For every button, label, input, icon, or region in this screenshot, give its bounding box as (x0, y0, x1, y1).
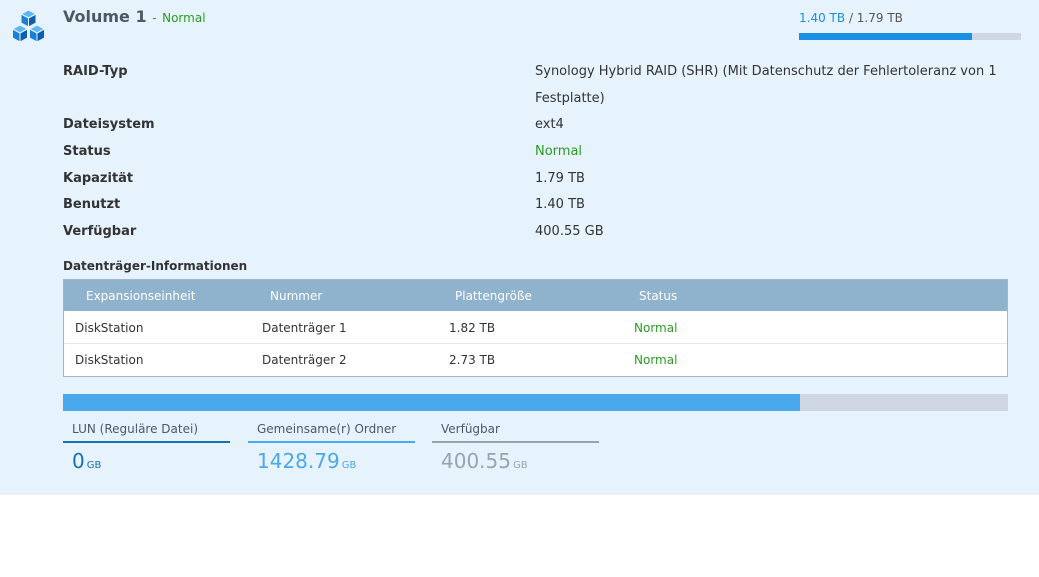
storage-breakdown-fill (63, 394, 801, 411)
volume-usage-bar (799, 33, 1021, 40)
used-label: Benutzt (63, 197, 121, 212)
shared-folder-stat: Gemeinsame(r) Ordner 1428.79 GB (248, 422, 415, 473)
column-header-disk-size[interactable]: Plattengröße (455, 289, 532, 303)
volume-panel: Volume 1 - Normal 1.40 TB / 1.79 TB RAID… (0, 0, 1039, 495)
available-value: 400.55 GB (535, 224, 604, 239)
cell-disk-size: 2.73 TB (449, 353, 496, 367)
volume-cubes-icon (12, 9, 45, 43)
volume-usage-text: 1.40 TB / 1.79 TB (799, 11, 903, 25)
cell-number: Datenträger 1 (262, 321, 347, 335)
free-value: 400.55 GB (432, 443, 599, 473)
volume-status: Normal (162, 11, 206, 25)
filesystem-value: ext4 (535, 117, 564, 132)
status-label: Status (63, 144, 111, 159)
disk-info-heading: Datenträger-Informationen (63, 259, 248, 273)
storage-breakdown-bar (63, 394, 1008, 411)
lun-stat: LUN (Reguläre Datei) 0 GB (63, 422, 230, 473)
volume-used: 1.40 TB (799, 11, 846, 25)
column-header-number[interactable]: Nummer (270, 289, 322, 303)
table-row[interactable]: DiskStation Datenträger 2 2.73 TB Normal (64, 343, 1007, 376)
table-row[interactable]: DiskStation Datenträger 1 1.82 TB Normal (64, 312, 1007, 344)
raid-type-value-line1: Synology Hybrid RAID (SHR) (Mit Datensch… (535, 64, 997, 79)
status-value: Normal (535, 144, 583, 159)
free-stat: Verfügbar 400.55 GB (432, 422, 599, 473)
shared-folder-unit: GB (341, 460, 357, 471)
volume-usage-fill (799, 33, 973, 40)
title-separator: - (152, 11, 157, 25)
lun-number: 0 (72, 449, 85, 473)
raid-type-value-line2: Festplatte) (535, 91, 605, 106)
raid-type-label: RAID-Typ (63, 64, 128, 79)
cell-expansion-unit: DiskStation (75, 321, 144, 335)
disk-table: Expansionseinheit Nummer Plattengröße St… (63, 279, 1008, 377)
free-unit: GB (512, 460, 528, 471)
free-number: 400.55 (441, 449, 511, 473)
column-header-status[interactable]: Status (639, 289, 677, 303)
available-label: Verfügbar (63, 224, 137, 239)
shared-folder-label: Gemeinsame(r) Ordner (257, 422, 397, 436)
volume-name: Volume 1 (63, 7, 147, 26)
capacity-value: 1.79 TB (535, 171, 585, 186)
disk-table-header: Expansionseinheit Nummer Plattengröße St… (64, 280, 1007, 311)
filesystem-label: Dateisystem (63, 117, 155, 132)
cell-number: Datenträger 2 (262, 353, 347, 367)
cell-disk-size: 1.82 TB (449, 321, 496, 335)
volume-total: / 1.79 TB (848, 11, 903, 25)
lun-value: 0 GB (63, 443, 230, 473)
shared-folder-number: 1428.79 (257, 449, 340, 473)
free-label: Verfügbar (441, 422, 500, 436)
cell-status: Normal (634, 321, 678, 335)
capacity-label: Kapazität (63, 171, 134, 186)
lun-label: LUN (Reguläre Datei) (72, 422, 198, 436)
column-header-expansion-unit[interactable]: Expansionseinheit (86, 289, 195, 303)
used-value: 1.40 TB (535, 197, 585, 212)
cell-status: Normal (634, 353, 678, 367)
volume-title: Volume 1 - Normal (63, 7, 206, 26)
lun-unit: GB (86, 460, 102, 471)
cell-expansion-unit: DiskStation (75, 353, 144, 367)
shared-folder-value: 1428.79 GB (248, 443, 415, 473)
